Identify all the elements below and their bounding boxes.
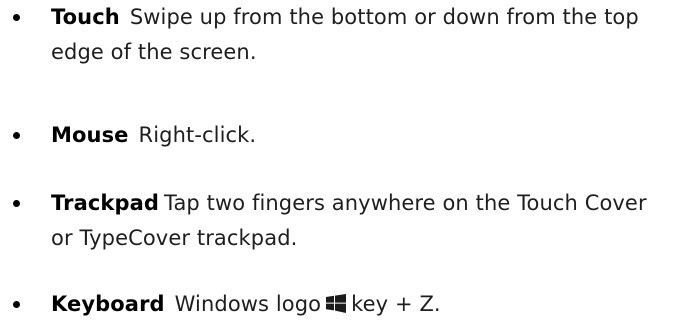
term-mouse: Mouse	[51, 123, 129, 147]
list-item-text: Keyboard Windows logo key + Z.	[51, 287, 676, 322]
instructions-list: Touch Swipe up from the bottom or down fr…	[0, 0, 678, 323]
list-item-text: Mouse Right-click.	[51, 118, 676, 153]
term-keyboard: Keyboard	[51, 292, 165, 316]
windows-logo-icon	[326, 294, 347, 313]
bullet	[13, 301, 20, 308]
bullet	[13, 200, 20, 207]
list-item-text: Trackpad Tap two fingers anywhere on the …	[51, 186, 661, 256]
term-trackpad: Trackpad	[51, 191, 159, 215]
list-item-text: Touch Swipe up from the bottom or down fr…	[51, 0, 661, 70]
description-mouse: Right-click.	[138, 123, 257, 147]
description-touch: Swipe up from the bottom or down from th…	[51, 5, 639, 64]
description-keyboard-before: Windows logo	[174, 292, 322, 316]
description-keyboard-after: key + Z.	[351, 292, 441, 316]
bullet	[13, 14, 20, 21]
term-touch: Touch	[51, 5, 120, 29]
bullet	[13, 132, 20, 139]
